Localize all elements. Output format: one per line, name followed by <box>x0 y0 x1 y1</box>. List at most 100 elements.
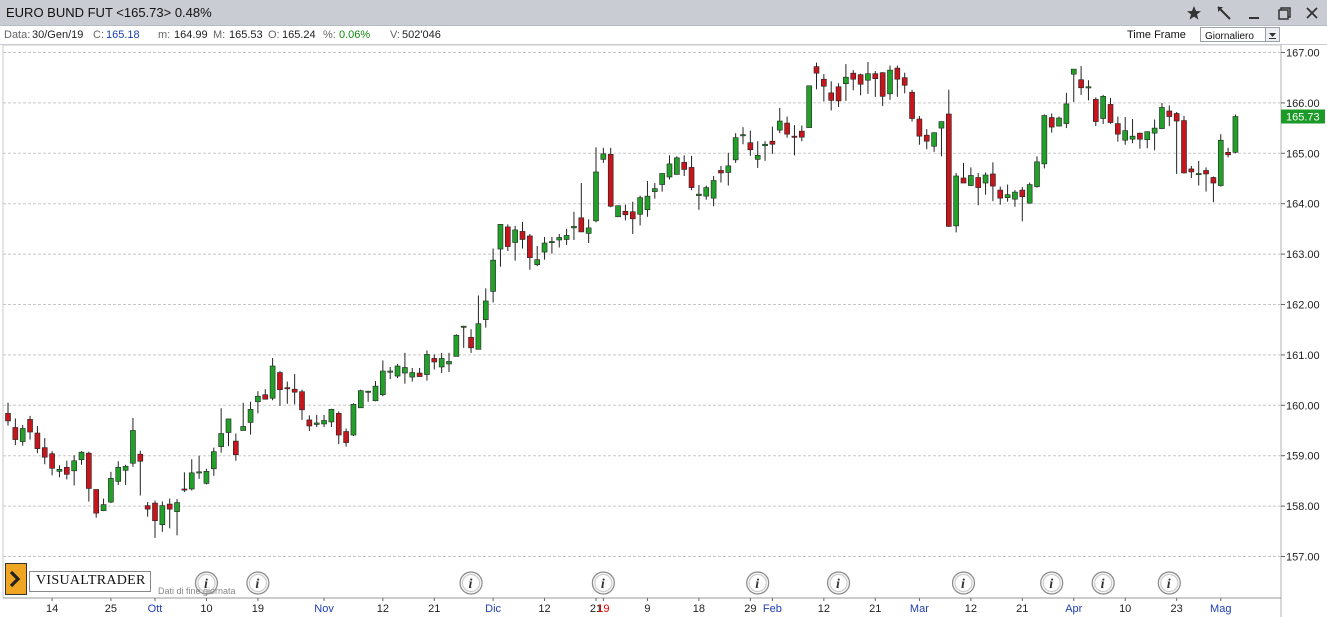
candle-body <box>218 433 224 447</box>
candle-body <box>475 323 482 350</box>
svg-text:i: i <box>961 577 965 592</box>
candle-body <box>335 413 342 436</box>
logo-arrow-icon <box>5 563 27 595</box>
info-marker-icon[interactable]: i <box>1040 571 1064 595</box>
candle-body <box>357 390 364 409</box>
candle-body <box>1115 123 1121 135</box>
timeframe-value: Giornaliero <box>1205 31 1254 42</box>
timeframe-select[interactable]: Giornaliero <box>1200 27 1280 42</box>
info-marker-icon[interactable]: i <box>459 571 483 595</box>
x-tick-label: 14 <box>46 603 58 615</box>
candle-body <box>1085 86 1092 89</box>
candle-body <box>674 157 680 175</box>
logo-text: VISUALTRADER <box>29 571 151 592</box>
x-tick-label: 18 <box>693 603 705 615</box>
candle-body <box>64 466 70 475</box>
candle-body <box>960 177 967 184</box>
candle-body <box>144 505 151 510</box>
x-tick-label: 25 <box>105 603 117 615</box>
x-tick-label: 21 <box>1016 603 1028 615</box>
close-button[interactable] <box>1300 2 1324 24</box>
info-marker-icon[interactable]: i <box>1091 571 1115 595</box>
candle-body <box>681 162 688 170</box>
candle-body <box>1210 177 1217 184</box>
draw-tool-button[interactable] <box>1212 2 1236 24</box>
candle-body <box>1056 117 1062 127</box>
candle-body <box>240 426 246 431</box>
candle-body <box>130 430 136 464</box>
candle-body <box>835 86 842 102</box>
candle-body <box>909 92 915 119</box>
candle-body <box>725 165 732 173</box>
candle-body <box>798 130 805 138</box>
svg-text:i: i <box>836 577 840 592</box>
candle-body <box>137 453 144 462</box>
candle-body <box>1026 184 1033 204</box>
x-tick-label: Dic <box>485 603 501 615</box>
candle-body <box>571 226 577 229</box>
candle-body <box>945 113 952 227</box>
candle-body <box>1137 132 1143 140</box>
svg-text:i: i <box>1167 577 1171 592</box>
plot-area <box>2 45 1282 599</box>
candle-body <box>754 155 761 160</box>
title-bar: EURO BUND FUT <165.73> 0.48% <box>0 0 1327 26</box>
y-tick-label: 167.00 <box>1286 48 1320 60</box>
dropdown-arrow-icon[interactable] <box>1265 28 1279 41</box>
candle-body <box>1166 110 1173 117</box>
candle-body <box>56 469 63 472</box>
candle-body <box>291 388 298 393</box>
candle-body <box>629 211 636 220</box>
data-source-note: Dati di fine giornata <box>158 586 236 596</box>
candle-body <box>850 72 857 80</box>
candle-body <box>1232 116 1239 153</box>
candle-body <box>651 188 658 192</box>
y-tick-label: 157.00 <box>1286 552 1320 564</box>
x-tick-label: Ott <box>148 603 163 615</box>
candle-body <box>93 489 99 514</box>
candle-body <box>1012 191 1018 200</box>
window-title: EURO BUND FUT <165.73> 0.48% <box>6 5 212 20</box>
candle-body <box>512 229 518 243</box>
candle-body <box>659 173 665 185</box>
candle-body <box>27 419 33 433</box>
candle-body <box>159 505 166 526</box>
candle-body <box>1151 127 1158 134</box>
candlestick-chart[interactable]: 157.00 158.00 159.00 160.00 161.00 162.00 163.… <box>0 45 1327 617</box>
candle-body <box>86 452 92 489</box>
candle-body <box>688 167 695 188</box>
candle-body <box>196 471 202 474</box>
candle-body <box>556 237 563 241</box>
candle-body <box>585 227 592 234</box>
candle-body <box>504 226 511 247</box>
info-marker-icon[interactable]: i <box>826 571 851 595</box>
info-marker-icon[interactable]: i <box>246 571 270 595</box>
svg-text:i: i <box>469 577 473 592</box>
x-tick-label: 9 <box>644 603 650 615</box>
candle-body <box>600 153 607 160</box>
info-marker-icon[interactable]: i <box>746 571 770 595</box>
candle-body <box>982 174 989 184</box>
candle-body <box>813 66 820 74</box>
info-marker-icon[interactable]: i <box>951 571 976 595</box>
info-marker-icon[interactable]: i <box>1157 571 1181 595</box>
candle-body <box>431 358 438 363</box>
candle-body <box>931 132 937 147</box>
candle-body <box>865 73 871 81</box>
candle-body <box>247 409 254 423</box>
candle-body <box>1107 104 1114 123</box>
favorite-star-button[interactable] <box>1182 2 1206 24</box>
minimize-button[interactable] <box>1242 2 1266 24</box>
candle-body <box>828 92 835 101</box>
x-tick-label: 29 <box>744 603 756 615</box>
candle-body <box>953 175 959 227</box>
maximize-button[interactable] <box>1272 2 1296 24</box>
candle-body <box>350 403 357 436</box>
x-tick-label: Nov <box>314 603 334 615</box>
volume-value: 502'046 <box>402 29 441 41</box>
svg-text:i: i <box>1049 577 1053 592</box>
candle-body <box>166 503 173 510</box>
info-marker-icon[interactable]: i <box>591 571 615 595</box>
candle-body <box>1217 139 1224 186</box>
open-label: O: <box>268 29 280 41</box>
